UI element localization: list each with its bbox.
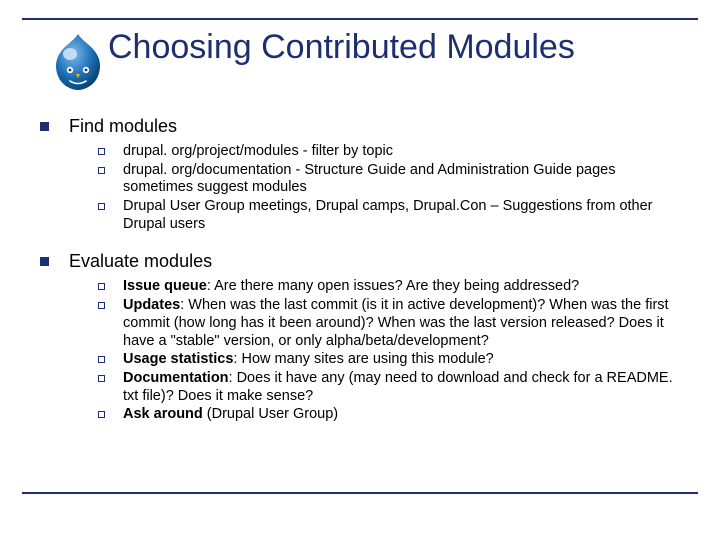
list-item: Documentation: Does it have any (may nee… [98,370,682,405]
section-evaluate-modules: Evaluate modules Issue queue: Are there … [30,251,692,424]
drupal-logo-icon [50,30,106,92]
list-item: Ask around (Drupal User Group) [98,406,682,424]
list-item-text: Updates: When was the last commit (is it… [123,297,682,350]
list-item-text: Usage statistics: How many sites are usi… [123,351,494,369]
list-item-text: drupal. org/project/modules - filter by … [123,143,393,161]
list-item-text: Ask around (Drupal User Group) [123,406,338,424]
list-item-text: drupal. org/documentation - Structure Gu… [123,162,682,197]
list-item: Usage statistics: How many sites are usi… [98,351,682,369]
top-divider [22,18,698,20]
bullet-hollow-icon [98,356,105,363]
list-item: drupal. org/project/modules - filter by … [98,143,682,161]
list-item: Issue queue: Are there many open issues?… [98,278,682,296]
section-heading: Evaluate modules [69,251,212,272]
slide-content: Find modules drupal. org/project/modules… [30,116,692,442]
section-find-modules: Find modules drupal. org/project/modules… [30,116,692,233]
list-item-text: Drupal User Group meetings, Drupal camps… [123,198,682,233]
bullet-hollow-icon [98,283,105,290]
bullet-hollow-icon [98,302,105,309]
bullet-square-icon [40,122,49,131]
list-item: drupal. org/documentation - Structure Gu… [98,162,682,197]
bullet-hollow-icon [98,411,105,418]
section-heading: Find modules [69,116,177,137]
list-item: Updates: When was the last commit (is it… [98,297,682,350]
bottom-divider [22,492,698,494]
bullet-hollow-icon [98,203,105,210]
bullet-hollow-icon [98,375,105,382]
list-item-text: Issue queue: Are there many open issues?… [123,278,579,296]
list-item: Drupal User Group meetings, Drupal camps… [98,198,682,233]
bullet-hollow-icon [98,167,105,174]
bullet-hollow-icon [98,148,105,155]
slide-title: Choosing Contributed Modules [108,28,575,67]
bullet-square-icon [40,257,49,266]
list-item-text: Documentation: Does it have any (may nee… [123,370,682,405]
